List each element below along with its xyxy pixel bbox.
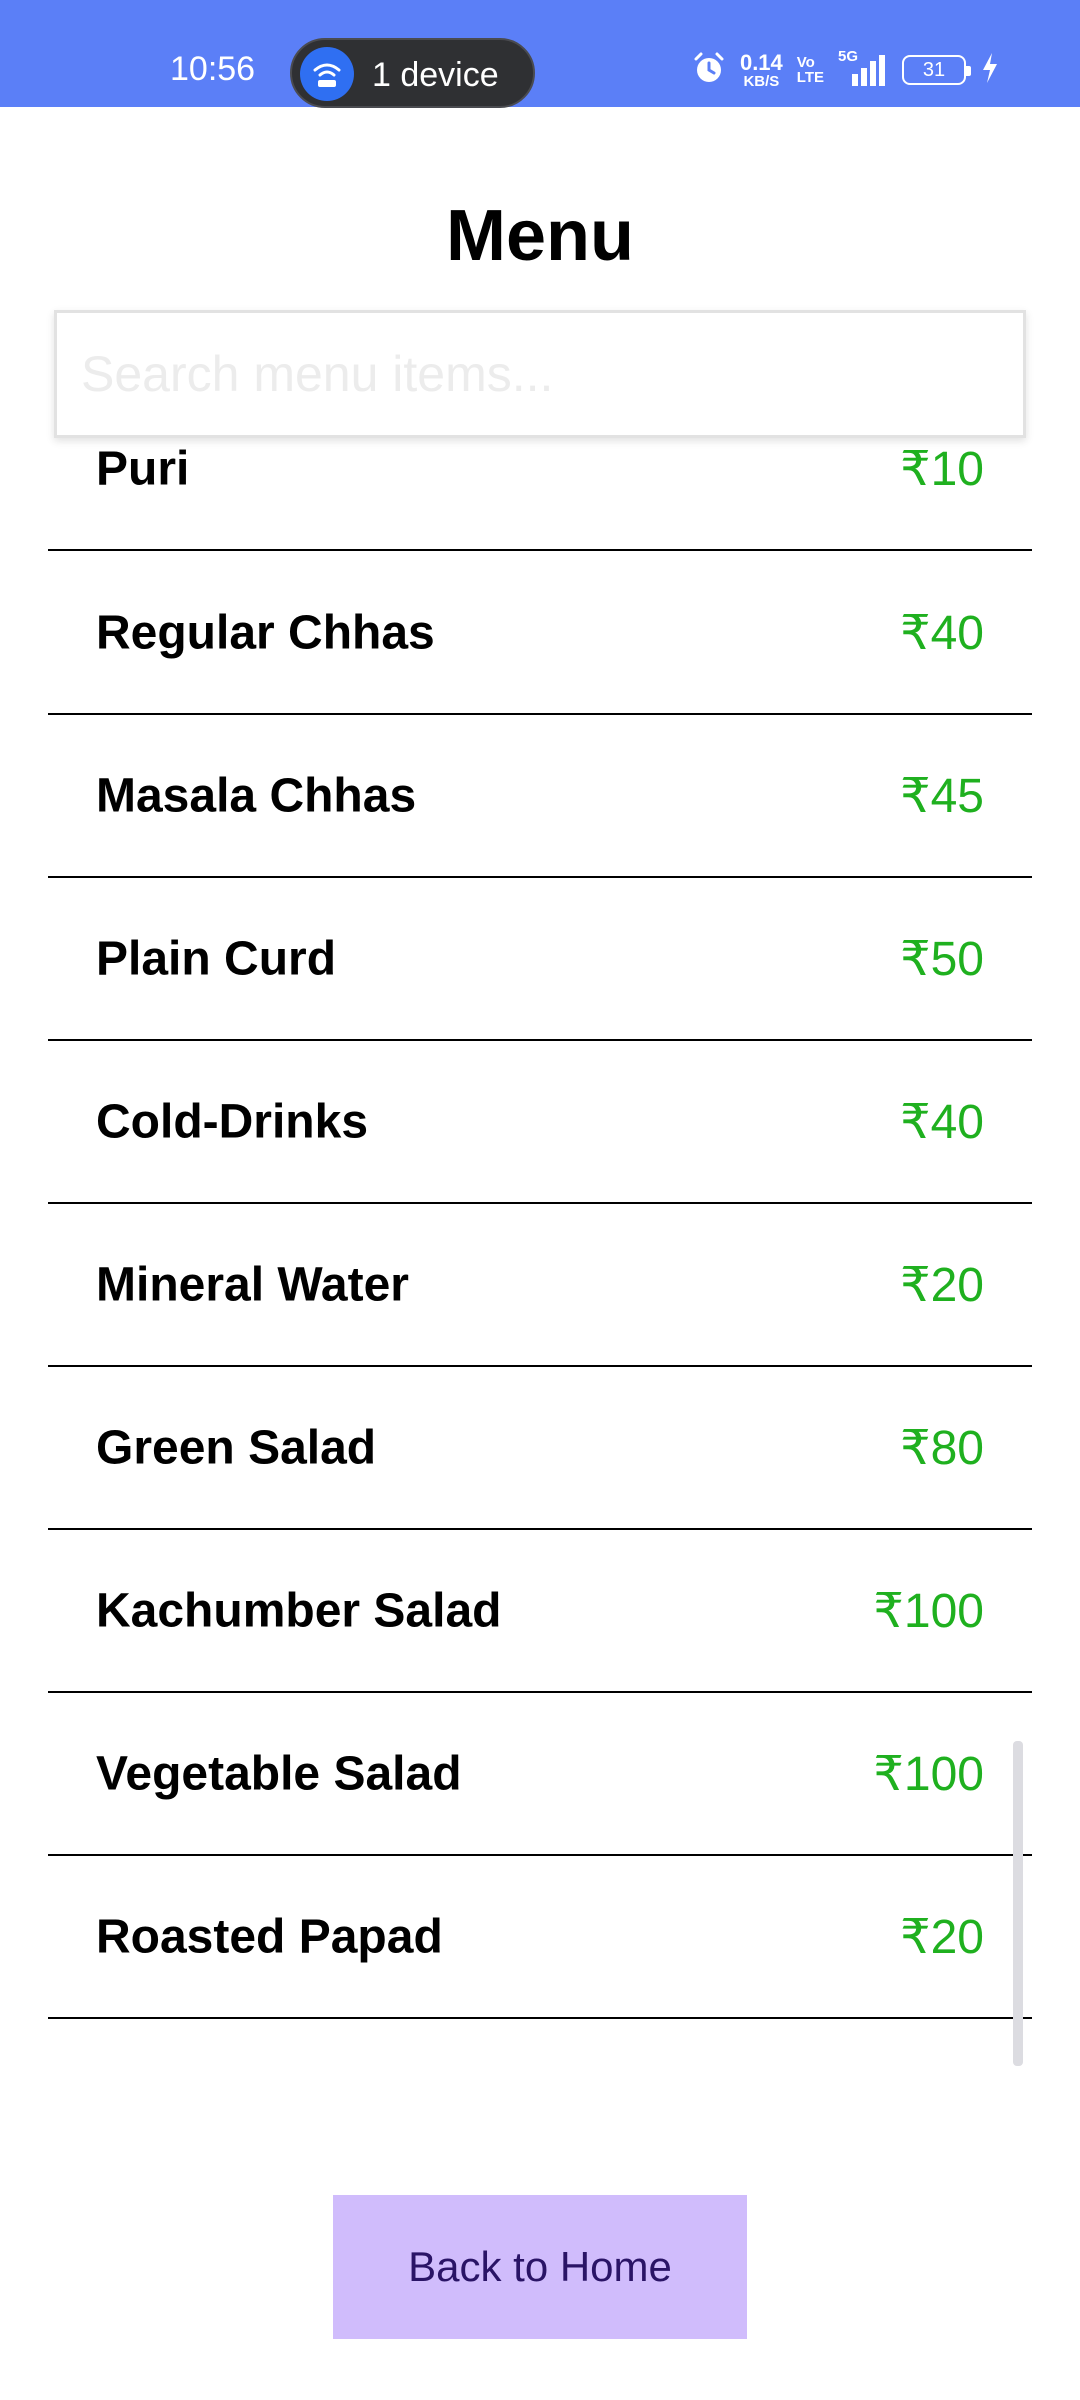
hotspot-pill[interactable]: 1 device: [290, 38, 535, 108]
item-price: ₹40: [900, 606, 984, 660]
item-price: ₹100: [873, 1747, 984, 1801]
status-icons: 0.14 KB/S Vo LTE 5G 31: [692, 48, 1000, 90]
alarm-icon: [692, 51, 726, 90]
scrollbar[interactable]: [1013, 1741, 1023, 2066]
item-name: Cold-Drinks: [96, 1095, 369, 1148]
menu-item[interactable]: Puri ₹10: [48, 448, 1032, 551]
menu-item[interactable]: Roasted Papad ₹20: [48, 1856, 1032, 2019]
item-name: Masala Chhas: [96, 769, 417, 822]
item-price: ₹50: [900, 932, 984, 986]
item-name: Plain Curd: [96, 932, 337, 985]
menu-list[interactable]: Puri ₹10 Regular Chhas ₹40 Masala Chhas …: [48, 448, 1032, 2058]
signal-icon: 5G: [838, 48, 888, 88]
back-to-home-button[interactable]: Back to Home: [333, 2195, 747, 2339]
item-price: ₹80: [900, 1421, 984, 1475]
volte-indicator: Vo LTE: [796, 54, 824, 86]
item-price: ₹40: [900, 1095, 984, 1149]
menu-item[interactable]: Regular Chhas ₹40: [48, 552, 1032, 715]
item-name: Puri: [96, 448, 190, 495]
item-name: Vegetable Salad: [96, 1747, 462, 1800]
network-speed: 0.14 KB/S: [739, 49, 783, 90]
charging-icon: [980, 51, 1000, 90]
menu-item[interactable]: Kachumber Salad ₹100: [48, 1530, 1032, 1693]
item-price: ₹100: [873, 1584, 984, 1638]
status-bar: 10:56 1 device 0.14 KB/S Vo LTE 5G 31: [0, 0, 1080, 108]
item-name: Roasted Papad: [96, 1910, 443, 1963]
status-time: 10:56: [170, 50, 256, 88]
hotspot-label: 1 device: [372, 56, 499, 94]
item-price: ₹10: [900, 448, 984, 496]
page-title: Menu: [446, 196, 634, 276]
item-name: Regular Chhas: [96, 606, 435, 659]
menu-item[interactable]: Masala Chhas ₹45: [48, 715, 1032, 878]
hotspot-icon: [300, 47, 354, 101]
battery-level: 31: [922, 58, 946, 81]
item-name: Kachumber Salad: [96, 1584, 502, 1637]
menu-item[interactable]: Mineral Water ₹20: [48, 1204, 1032, 1367]
battery-icon: 31: [902, 55, 971, 85]
item-name: Green Salad: [96, 1421, 377, 1474]
menu-item[interactable]: Vegetable Salad ₹100: [48, 1693, 1032, 1856]
menu-item[interactable]: Plain Curd ₹50: [48, 878, 1032, 1041]
item-price: ₹20: [900, 1910, 984, 1964]
item-price: ₹20: [900, 1258, 984, 1312]
item-name: Mineral Water: [96, 1258, 409, 1311]
menu-item[interactable]: Green Salad ₹80: [48, 1367, 1032, 1530]
item-price: ₹45: [900, 769, 984, 823]
search-input[interactable]: [54, 310, 1026, 438]
menu-item[interactable]: Cold-Drinks ₹40: [48, 1041, 1032, 1204]
